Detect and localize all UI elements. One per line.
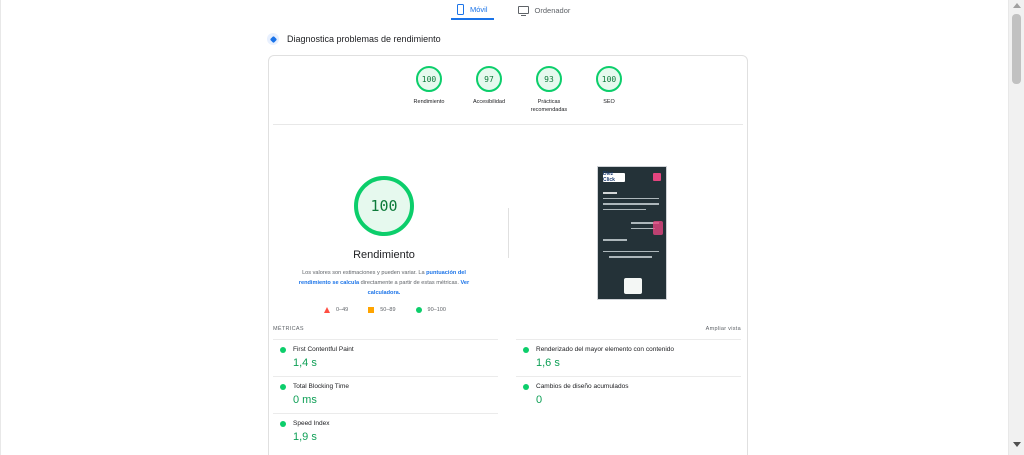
pass-circle-icon — [280, 421, 286, 427]
category-gauge: 97 — [476, 66, 502, 92]
diagnose-title: Diagnostica problemas de rendimiento — [287, 34, 441, 44]
diagnose-icon — [267, 33, 279, 45]
thumbnail-header: Diez Click — [601, 170, 663, 184]
tab-mobile-label: Móvil — [470, 4, 488, 14]
metric-name: Renderizado del mayor elemento con conte… — [536, 346, 675, 353]
legend-fail: 0–49 — [324, 307, 348, 313]
category-best-practices[interactable]: 93 Prácticas recomendadas — [519, 66, 579, 114]
metric-value: 0 — [536, 394, 543, 406]
monitor-icon — [517, 6, 529, 16]
pass-circle-icon — [280, 347, 286, 353]
report-page: Móvil Ordenador Diagnostica problemas de… — [0, 0, 1008, 455]
scroll-thumb[interactable] — [1012, 14, 1021, 84]
expand-view-button[interactable]: Ampliar vista — [706, 326, 741, 332]
desc-prefix: Los valores son estimaciones y pueden va… — [302, 270, 427, 276]
category-gauge: 100 — [416, 66, 442, 92]
metric-name: Speed Index — [293, 420, 330, 427]
divider — [273, 124, 743, 125]
thumbnail-line — [603, 239, 627, 241]
performance-title: Rendimiento — [353, 249, 415, 261]
metric-name: Cambios de diseño acumulados — [536, 383, 629, 390]
thumbnail-line — [603, 192, 617, 194]
metric-speed-index: Speed Index 1,9 s — [273, 413, 498, 449]
metric-value: 0 ms — [293, 394, 317, 406]
legend-fail-label: 0–49 — [336, 307, 349, 313]
category-label: Prácticas recomendadas — [530, 99, 568, 113]
metric-value: 1,4 s — [293, 357, 317, 369]
metric-fcp: First Contentful Paint 1,4 s — [273, 339, 498, 375]
legend-pass: 90–100 — [415, 307, 446, 313]
thumbnail-line — [603, 208, 647, 210]
tab-desktop-label: Ordenador — [534, 5, 571, 15]
category-performance[interactable]: 100 Rendimiento — [399, 66, 459, 114]
category-accessibility[interactable]: 97 Accesibilidad — [459, 66, 519, 114]
performance-gauge: 100 — [354, 176, 414, 236]
scroll-down-icon[interactable] — [1013, 442, 1021, 447]
tab-desktop[interactable]: Ordenador — [512, 0, 577, 20]
vertical-scrollbar[interactable] — [1008, 0, 1024, 455]
report-card: 100 Rendimiento 97 Accesibilidad 93 Prác… — [268, 55, 748, 455]
legend-average: 50–89 — [368, 307, 396, 313]
metric-name: First Contentful Paint — [293, 346, 354, 353]
category-scores: 100 Rendimiento 97 Accesibilidad 93 Prác… — [399, 66, 639, 114]
scroll-up-icon[interactable] — [1013, 3, 1021, 8]
category-label: Rendimiento — [413, 99, 445, 105]
thumbnail-graphic — [653, 221, 663, 235]
metric-cls: Cambios de diseño acumulados 0 — [516, 376, 741, 412]
thumbnail-line — [603, 250, 659, 252]
tab-mobile[interactable]: Móvil — [451, 0, 494, 20]
legend-average-label: 50–89 — [380, 307, 396, 313]
pass-circle-icon — [280, 384, 286, 390]
category-gauge: 100 — [596, 66, 622, 92]
desc-middle: directamente a partir de estas métricas. — [359, 280, 461, 286]
square-icon — [368, 307, 375, 313]
metrics-header: MÉTRICAS Ampliar vista — [273, 326, 741, 332]
thumbnail-line — [603, 197, 659, 199]
metric-lcp: Renderizado del mayor elemento con conte… — [516, 339, 741, 375]
thumbnail-line — [603, 203, 659, 205]
thumbnail-badge — [624, 278, 642, 294]
page-screenshot-thumbnail[interactable]: Diez Click — [597, 166, 667, 300]
category-label: Accesibilidad — [472, 99, 506, 105]
category-seo[interactable]: 100 SEO — [579, 66, 639, 114]
legend-pass-label: 90–100 — [427, 307, 446, 313]
phone-icon — [457, 3, 464, 15]
performance-description: Los valores son estimaciones y pueden va… — [291, 268, 477, 298]
triangle-icon — [324, 307, 330, 313]
category-gauge: 93 — [536, 66, 562, 92]
circle-icon — [415, 307, 422, 313]
menu-icon — [653, 173, 661, 181]
metric-tbt: Total Blocking Time 0 ms — [273, 376, 498, 412]
diagnose-header: Diagnostica problemas de rendimiento — [267, 33, 441, 45]
score-legend: 0–49 50–89 90–100 — [324, 307, 446, 313]
thumbnail-line — [609, 256, 653, 258]
device-tabs: Móvil Ordenador — [451, 0, 576, 22]
pass-circle-icon — [523, 347, 529, 353]
metric-name: Total Blocking Time — [293, 383, 349, 390]
vertical-divider — [508, 208, 509, 258]
metrics-heading: MÉTRICAS — [273, 326, 304, 332]
pass-circle-icon — [523, 384, 529, 390]
thumbnail-logo: Diez Click — [603, 171, 625, 183]
metric-value: 1,6 s — [536, 357, 560, 369]
metric-value: 1,9 s — [293, 431, 317, 443]
thumbnail-line — [631, 227, 655, 229]
category-label: SEO — [603, 99, 615, 105]
